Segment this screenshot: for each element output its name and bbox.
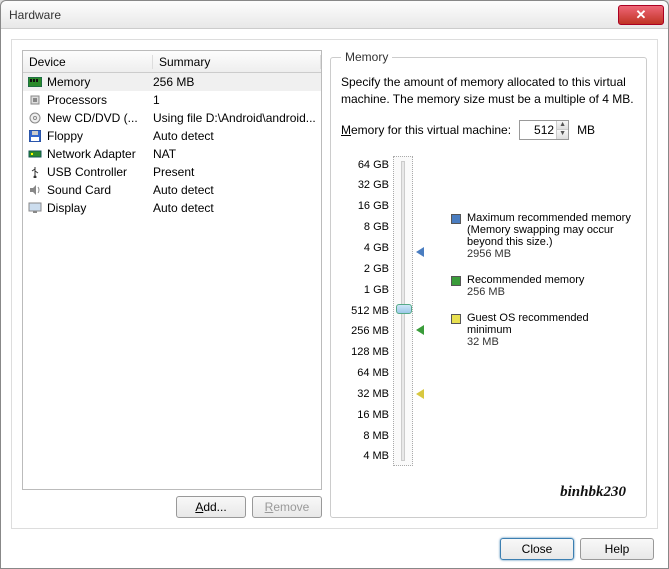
memory-input[interactable] <box>520 123 556 137</box>
max-value: 2956 MB <box>467 248 631 260</box>
device-summary: Using file D:\Android\android... <box>153 111 317 125</box>
square-yellow-icon <box>451 314 461 324</box>
tick-label: 32 GB <box>341 178 389 192</box>
device-table: Device Summary Memory 256 MB Processors 1 Ne… <box>22 50 322 490</box>
memory-legend-box: Maximum recommended memory (Memory swapp… <box>451 212 631 362</box>
close-icon[interactable]: ✕ <box>618 5 664 25</box>
slider-thumb[interactable] <box>396 304 412 314</box>
spin-buttons: ▲ ▼ <box>556 121 568 139</box>
device-summary: NAT <box>153 147 317 161</box>
slider-track[interactable] <box>393 156 413 466</box>
device-summary: Present <box>153 165 317 179</box>
table-header: Device Summary <box>23 51 321 73</box>
table-row[interactable]: New CD/DVD (... Using file D:\Android\and… <box>23 109 321 127</box>
content-area: Device Summary Memory 256 MB Processors 1 Ne… <box>1 29 668 568</box>
tick-label: 4 GB <box>341 241 389 255</box>
remove-button: Remove <box>252 496 322 518</box>
table-row[interactable]: Floppy Auto detect <box>23 127 321 145</box>
titlebar[interactable]: Hardware ✕ <box>1 1 668 29</box>
rec-value: 256 MB <box>467 286 631 298</box>
device-name: Processors <box>47 93 107 107</box>
device-name: Sound Card <box>47 183 111 197</box>
net-icon <box>27 146 43 162</box>
footer-buttons: Close Help <box>500 538 654 560</box>
tick-label: 2 GB <box>341 262 389 276</box>
marker-rec-icon <box>416 325 424 335</box>
display-icon <box>27 200 43 216</box>
memory-unit: MB <box>577 123 595 137</box>
max-note: (Memory swapping may occur beyond this s… <box>467 224 631 248</box>
square-blue-icon <box>451 214 461 224</box>
legend-rec: Recommended memory 256 MB <box>451 274 631 298</box>
main-frame: Device Summary Memory 256 MB Processors 1 Ne… <box>11 39 658 529</box>
device-name: USB Controller <box>47 165 127 179</box>
legend-max: Maximum recommended memory (Memory swapp… <box>451 212 631 260</box>
device-name: Memory <box>47 75 90 89</box>
device-summary: Auto detect <box>153 201 317 215</box>
square-green-icon <box>451 276 461 286</box>
memory-desc: Specify the amount of memory allocated t… <box>341 74 636 108</box>
right-panel: Memory Specify the amount of memory allo… <box>330 50 647 518</box>
device-summary: Auto detect <box>153 183 317 197</box>
memory-group: Memory Specify the amount of memory allo… <box>330 50 647 518</box>
help-button[interactable]: Help <box>580 538 654 560</box>
table-buttons: Add... Remove <box>22 496 322 518</box>
spin-down-icon[interactable]: ▼ <box>556 130 568 139</box>
tick-label: 64 GB <box>341 158 389 172</box>
cd-icon <box>27 110 43 126</box>
min-label: Guest OS recommended minimum <box>467 312 631 336</box>
memory-spinner[interactable]: ▲ ▼ <box>519 120 569 140</box>
device-name: Floppy <box>47 129 83 143</box>
marker-max-icon <box>416 247 424 257</box>
close-button[interactable]: Close <box>500 538 574 560</box>
memory-input-label: Memory for this virtual machine: <box>341 123 511 137</box>
table-body: Memory 256 MB Processors 1 New CD/DVD (... Us… <box>23 73 321 217</box>
table-row[interactable]: Display Auto detect <box>23 199 321 217</box>
min-value: 32 MB <box>467 336 631 348</box>
max-label: Maximum recommended memory <box>467 212 631 224</box>
tick-label: 16 GB <box>341 199 389 213</box>
table-row[interactable]: Processors 1 <box>23 91 321 109</box>
device-summary: 1 <box>153 93 317 107</box>
watermark: binhbk230 <box>560 484 626 501</box>
usb-icon <box>27 164 43 180</box>
tick-label: 128 MB <box>341 345 389 359</box>
rec-label: Recommended memory <box>467 274 631 286</box>
memory-slider-area: 64 GB 32 GB 16 GB 8 GB 4 GB 2 GB 1 GB 512 MB 256… <box>341 156 636 466</box>
table-row[interactable]: Network Adapter NAT <box>23 145 321 163</box>
floppy-icon <box>27 128 43 144</box>
marker-min-icon <box>416 389 424 399</box>
tick-label: 8 GB <box>341 220 389 234</box>
memory-input-row: Memory for this virtual machine: ▲ ▼ MB <box>341 120 636 140</box>
col-summary[interactable]: Summary <box>153 55 321 69</box>
table-row[interactable]: Memory 256 MB <box>23 73 321 91</box>
table-row[interactable]: USB Controller Present <box>23 163 321 181</box>
window-title: Hardware <box>9 8 618 22</box>
tick-label: 8 MB <box>341 429 389 443</box>
device-name: Display <box>47 201 86 215</box>
device-name: Network Adapter <box>47 147 136 161</box>
tick-label: 512 MB <box>341 304 389 318</box>
tick-label: 256 MB <box>341 324 389 338</box>
add-button[interactable]: Add... <box>176 496 246 518</box>
tick-label: 4 MB <box>341 449 389 463</box>
tick-label: 64 MB <box>341 366 389 380</box>
device-summary: Auto detect <box>153 129 317 143</box>
hardware-dialog: Hardware ✕ Device Summary Memory 256 MB Pr… <box>0 0 669 569</box>
tick-label: 32 MB <box>341 387 389 401</box>
table-row[interactable]: Sound Card Auto detect <box>23 181 321 199</box>
device-summary: 256 MB <box>153 75 317 89</box>
memory-legend: Memory <box>341 50 392 64</box>
sound-icon <box>27 182 43 198</box>
legend-min: Guest OS recommended minimum 32 MB <box>451 312 631 348</box>
memory-icon <box>27 74 43 90</box>
tick-label: 1 GB <box>341 283 389 297</box>
left-panel: Device Summary Memory 256 MB Processors 1 Ne… <box>22 50 322 518</box>
device-name: New CD/DVD (... <box>47 111 138 125</box>
tick-label: 16 MB <box>341 408 389 422</box>
tick-labels: 64 GB 32 GB 16 GB 8 GB 4 GB 2 GB 1 GB 512 MB 256… <box>341 156 389 466</box>
col-device[interactable]: Device <box>23 55 153 69</box>
cpu-icon <box>27 92 43 108</box>
spin-up-icon[interactable]: ▲ <box>556 121 568 130</box>
